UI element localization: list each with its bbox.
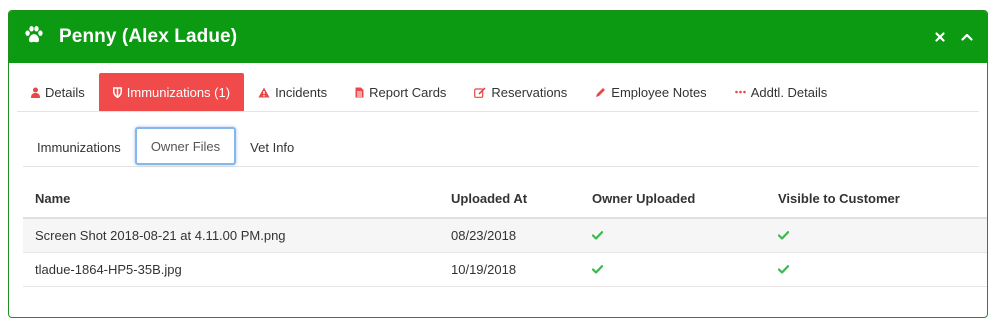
tab-details[interactable]: Details [17, 73, 99, 111]
tab-label: Details [45, 84, 85, 100]
column-header-visible-to-customer[interactable]: Visible to Customer [766, 179, 987, 219]
tab-label: Report Cards [369, 84, 447, 100]
file-name[interactable]: Screen Shot 2018-08-21 at 4.11.00 PM.png [23, 218, 439, 253]
tab-addtl-details[interactable]: Addtl. Details [721, 73, 842, 111]
check-icon [778, 265, 789, 274]
panel-header: Penny (Alex Ladue) [9, 11, 987, 63]
tab-label: Reservations [491, 84, 568, 100]
table-header-row: Name Uploaded At Owner Uploaded Visible … [23, 179, 987, 219]
visible-to-customer-cell [766, 252, 987, 287]
panel-title: Penny (Alex Ladue) [59, 26, 238, 47]
owner-uploaded-cell [580, 218, 766, 253]
document-icon [355, 87, 364, 98]
sub-tabs: Immunizations Owner Files Vet Info [23, 127, 979, 167]
tab-label: Employee Notes [611, 84, 707, 100]
ellipsis-icon [734, 90, 746, 94]
check-icon [592, 231, 603, 240]
uploaded-at: 10/19/2018 [439, 252, 580, 287]
collapse-button[interactable] [961, 33, 973, 41]
tab-report-cards[interactable]: Report Cards [341, 73, 460, 111]
tab-label: Immunizations (1) [126, 84, 231, 100]
close-button[interactable] [935, 32, 945, 42]
pencil-icon [595, 87, 606, 98]
uploaded-at: 08/23/2018 [439, 218, 580, 253]
subtab-vet-info[interactable]: Vet Info [236, 129, 308, 165]
table-row[interactable]: Screen Shot 2018-08-21 at 4.11.00 PM.png… [23, 218, 987, 253]
subtab-owner-files[interactable]: Owner Files [134, 127, 237, 165]
main-tabs: Details Immunizations (1) Incidents Repo… [17, 73, 979, 112]
owner-files-table: Name Uploaded At Owner Uploaded Visible … [23, 179, 987, 287]
tab-incidents[interactable]: Incidents [244, 73, 341, 111]
tab-immunizations[interactable]: Immunizations (1) [98, 73, 245, 111]
file-name[interactable]: tladue-1864-HP5-35B.jpg [23, 252, 439, 287]
close-icon [935, 32, 945, 42]
check-icon [592, 265, 603, 274]
edit-icon [474, 86, 486, 98]
visible-to-customer-cell [766, 218, 987, 253]
owner-uploaded-cell [580, 252, 766, 287]
pet-panel: Penny (Alex Ladue) Details Immunizations… [8, 10, 988, 318]
tab-label: Incidents [275, 84, 328, 100]
tab-employee-notes[interactable]: Employee Notes [581, 73, 720, 111]
chevron-up-icon [961, 33, 973, 41]
warning-icon [258, 87, 270, 98]
shield-icon [112, 86, 122, 98]
tab-label: Addtl. Details [750, 84, 828, 100]
subtab-immunizations[interactable]: Immunizations [23, 129, 135, 165]
check-icon [778, 231, 789, 240]
column-header-uploaded-at[interactable]: Uploaded At [439, 179, 580, 219]
column-header-name[interactable]: Name [23, 179, 439, 219]
column-header-owner-uploaded[interactable]: Owner Uploaded [580, 179, 766, 219]
tab-reservations[interactable]: Reservations [460, 73, 581, 111]
user-icon [31, 87, 40, 98]
table-row[interactable]: tladue-1864-HP5-35B.jpg 10/19/2018 [23, 252, 987, 287]
paw-icon [23, 24, 59, 51]
